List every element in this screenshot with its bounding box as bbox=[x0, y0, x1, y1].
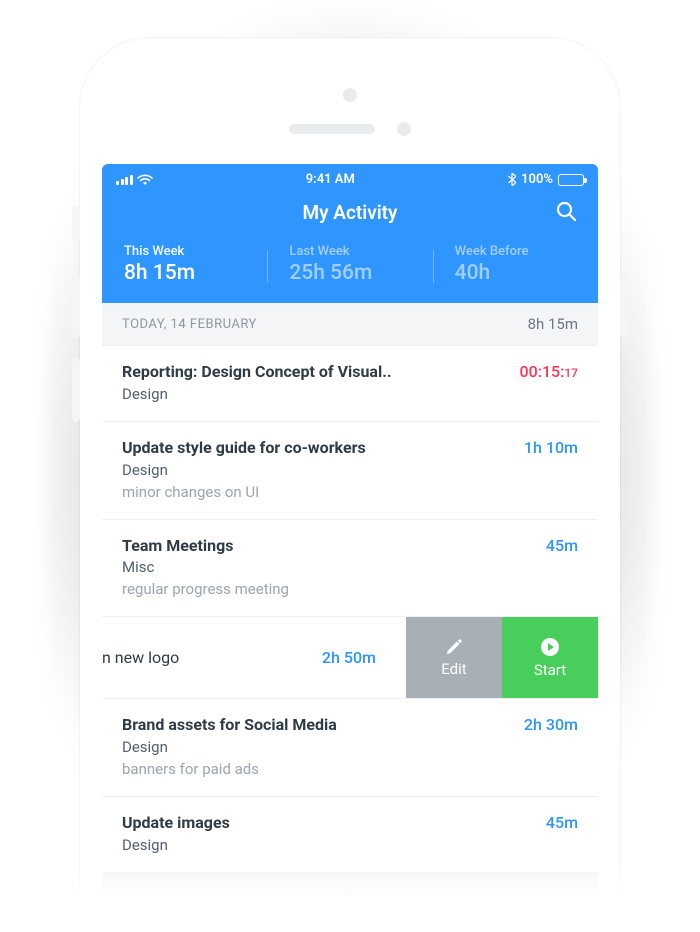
app-header: 9:41 AM 100% My Activity bbox=[102, 164, 598, 303]
entry-duration: 1h 10m bbox=[524, 438, 578, 457]
entry-duration: 2h 50m bbox=[322, 648, 376, 667]
entry-title: Update images bbox=[122, 813, 230, 834]
bluetooth-icon bbox=[508, 173, 516, 186]
speaker-slot bbox=[289, 124, 375, 134]
activity-entry[interactable]: Update images 45m Design bbox=[102, 797, 598, 873]
search-icon bbox=[555, 200, 577, 222]
volume-up-button bbox=[72, 274, 80, 338]
play-circle-icon bbox=[540, 637, 560, 657]
activity-entry-swiped[interactable]: n new logo 2h 50m Edit Start bbox=[102, 617, 598, 699]
entry-title: Update style guide for co-workers bbox=[122, 438, 366, 459]
pencil-icon bbox=[445, 638, 463, 656]
section-header-today: TODAY, 14 FEBRUARY 8h 15m bbox=[102, 303, 598, 346]
entry-project: Design bbox=[122, 461, 578, 479]
battery-percent: 100% bbox=[521, 172, 553, 187]
power-button bbox=[620, 274, 628, 338]
start-label: Start bbox=[534, 661, 566, 679]
entry-title: Team Meetings bbox=[122, 536, 234, 557]
wifi-icon bbox=[137, 174, 153, 186]
summary-label: Last Week bbox=[289, 244, 410, 259]
section-total: 8h 15m bbox=[528, 315, 578, 333]
entry-note: regular progress meeting bbox=[122, 580, 578, 598]
summary-this-week[interactable]: This Week 8h 15m bbox=[102, 244, 267, 285]
entry-project: Design bbox=[122, 836, 578, 854]
entry-duration: 45m bbox=[546, 813, 578, 832]
section-date-label: TODAY, 14 FEBRUARY bbox=[122, 317, 257, 332]
sensor-dot bbox=[397, 122, 411, 136]
page-title: My Activity bbox=[303, 201, 398, 224]
activity-entry[interactable]: Reporting: Design Concept of Visual.. 00… bbox=[102, 346, 598, 422]
summary-value: 25h 56m bbox=[289, 261, 410, 285]
summary-week-before[interactable]: Week Before 40h bbox=[433, 244, 598, 285]
activity-list[interactable]: Reporting: Design Concept of Visual.. 00… bbox=[102, 346, 598, 924]
status-bar: 9:41 AM 100% bbox=[102, 164, 598, 191]
section-label: LAST WEEK bbox=[314, 891, 386, 905]
status-time: 9:41 AM bbox=[306, 172, 355, 187]
summary-label: Week Before bbox=[455, 244, 576, 259]
volume-down-button bbox=[72, 358, 80, 422]
edit-button[interactable]: Edit bbox=[406, 617, 502, 698]
summary-label: This Week bbox=[124, 244, 245, 259]
cellular-signal-icon bbox=[116, 174, 133, 185]
activity-entry[interactable]: Update style guide for co-workers 1h 10m… bbox=[102, 422, 598, 520]
section-header-last-week: LAST WEEK bbox=[102, 873, 598, 917]
entry-note: minor changes on UI bbox=[122, 483, 578, 501]
summary-value: 8h 15m bbox=[124, 261, 245, 285]
battery-icon bbox=[558, 174, 584, 186]
entry-duration: 2h 30m bbox=[524, 715, 578, 734]
entry-duration: 45m bbox=[546, 536, 578, 555]
activity-entry[interactable]: Brand assets for Social Media 2h 30m Des… bbox=[102, 699, 598, 797]
entry-project: Design bbox=[122, 738, 578, 756]
entry-note: banners for paid ads bbox=[122, 760, 578, 778]
summary-value: 40h bbox=[455, 261, 576, 285]
mute-switch bbox=[72, 206, 80, 242]
entry-running-timer: 00:15:17 bbox=[520, 362, 578, 381]
phone-earpiece-area bbox=[102, 60, 598, 164]
start-button[interactable]: Start bbox=[502, 617, 598, 698]
summary-last-week[interactable]: Last Week 25h 56m bbox=[267, 244, 432, 285]
entry-title: Brand assets for Social Media bbox=[122, 715, 337, 736]
entry-project: Design bbox=[122, 385, 578, 403]
entry-title: Reporting: Design Concept of Visual.. bbox=[122, 362, 392, 383]
entry-project: Misc bbox=[122, 558, 578, 576]
camera-dot bbox=[343, 88, 357, 102]
app-screen: 9:41 AM 100% My Activity bbox=[102, 164, 598, 924]
phone-frame: 9:41 AM 100% My Activity bbox=[80, 38, 620, 924]
week-summary-row: This Week 8h 15m Last Week 25h 56m Week … bbox=[102, 238, 598, 303]
edit-label: Edit bbox=[441, 660, 466, 678]
entry-title-partial: n new logo bbox=[102, 648, 179, 667]
activity-entry[interactable]: Team Meetings 45m Misc regular progress … bbox=[102, 520, 598, 618]
search-button[interactable] bbox=[552, 197, 580, 225]
